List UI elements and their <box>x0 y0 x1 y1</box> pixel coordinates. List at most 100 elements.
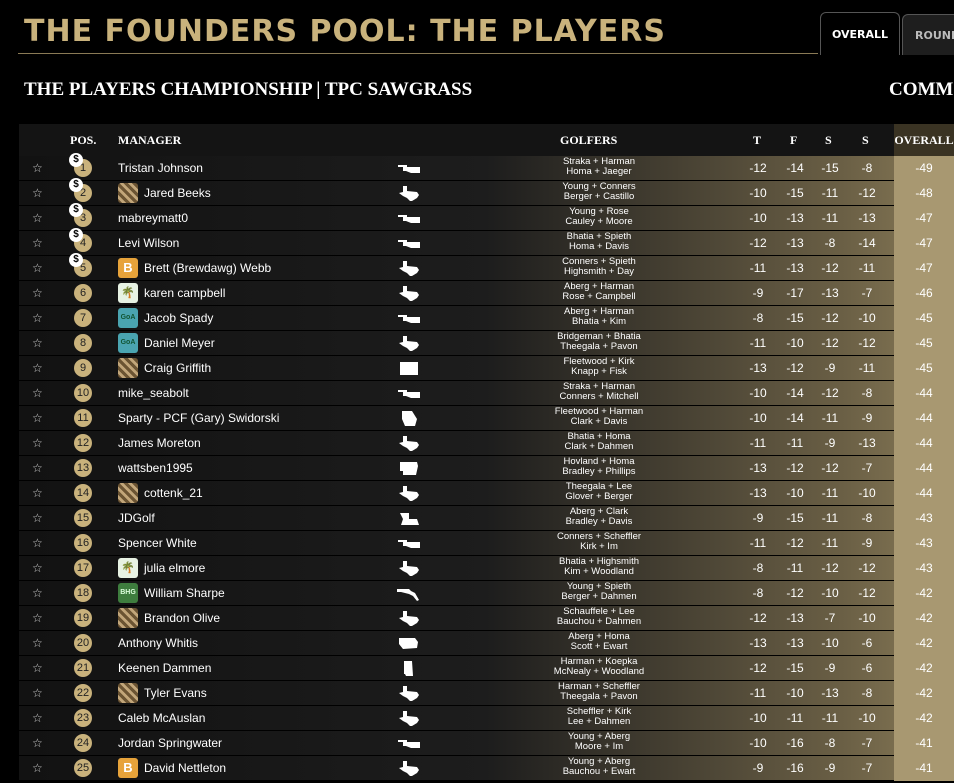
table-row[interactable]: ☆ 17 🌴 julia elmore Bhatia + Highsmith Kim + … <box>19 556 954 581</box>
star-icon[interactable]: ☆ <box>32 561 43 575</box>
manager-name[interactable]: Levi Wilson <box>118 236 179 250</box>
star-icon[interactable]: ☆ <box>32 661 43 675</box>
manager-name[interactable]: Anthony Whitis <box>118 636 198 650</box>
col-s1[interactable]: S <box>825 133 832 148</box>
star-icon[interactable]: ☆ <box>32 461 43 475</box>
manager-name[interactable]: Daniel Meyer <box>144 336 215 350</box>
col-overall[interactable]: OVERALL <box>894 124 954 156</box>
star-icon[interactable]: ☆ <box>32 711 43 725</box>
golfers-cell[interactable]: Young + Spieth Berger + Dahmen <box>524 582 674 602</box>
table-row[interactable]: ☆ 14 cottenk_21 Theegala + Lee Glover + Berg… <box>19 481 954 506</box>
manager-name[interactable]: Spencer White <box>118 536 197 550</box>
table-row[interactable]: ☆ 19 Brandon Olive Schauffele + Lee Bauchou … <box>19 606 954 631</box>
avatar[interactable]: BHG <box>118 583 138 603</box>
table-row[interactable]: ☆ 25 B David Nettleton Young + Aberg Bauchou … <box>19 756 954 781</box>
manager-name[interactable]: mabreymatt0 <box>118 211 188 225</box>
table-row[interactable]: ☆ 16 Spencer White Conners + Scheffler Kirk … <box>19 531 954 556</box>
star-icon[interactable]: ☆ <box>32 161 43 175</box>
table-row[interactable]: ☆ 15 JDGolf Aberg + Clark Bradley + Davis -9 -… <box>19 506 954 531</box>
golfers-cell[interactable]: Straka + Harman Conners + Mitchell <box>524 382 674 402</box>
col-f[interactable]: F <box>790 133 797 148</box>
col-manager[interactable]: MANAGER <box>118 133 181 148</box>
manager-name[interactable]: mike_seabolt <box>118 386 189 400</box>
table-row[interactable]: ☆ 6 🌴 karen campbell Aberg + Harman Rose + Ca… <box>19 281 954 306</box>
star-icon[interactable]: ☆ <box>32 261 43 275</box>
golfers-cell[interactable]: Bhatia + Highsmith Kim + Woodland <box>524 557 674 577</box>
golfers-cell[interactable]: Conners + Scheffler Kirk + Im <box>524 532 674 552</box>
star-icon[interactable]: ☆ <box>32 686 43 700</box>
table-row[interactable]: ☆ 11 Sparty - PCF (Gary) Swidorski Fleetwoo… <box>19 406 954 431</box>
manager-name[interactable]: Tyler Evans <box>144 686 207 700</box>
avatar[interactable]: B <box>118 758 138 778</box>
golfers-cell[interactable]: Fleetwood + Kirk Knapp + Fisk <box>524 357 674 377</box>
golfers-cell[interactable]: Bridgeman + Bhatia Theegala + Pavon <box>524 332 674 352</box>
star-icon[interactable]: ☆ <box>32 636 43 650</box>
table-row[interactable]: ☆ 23 Caleb McAuslan Scheffler + Kirk Lee + D… <box>19 706 954 731</box>
golfers-cell[interactable]: Young + Rose Cauley + Moore <box>524 207 674 227</box>
table-row[interactable]: ☆ 2 $ Jared Beeks Young + Conners Berger + Ca… <box>19 178 954 206</box>
golfers-cell[interactable]: Aberg + Harman Bhatia + Kim <box>524 307 674 327</box>
avatar[interactable]: GoA <box>118 333 138 353</box>
star-icon[interactable]: ☆ <box>32 186 43 200</box>
golfers-cell[interactable]: Straka + Harman Homa + Jaeger <box>524 157 674 177</box>
golfers-cell[interactable]: Hovland + Homa Bradley + Phillips <box>524 457 674 477</box>
star-icon[interactable]: ☆ <box>32 311 43 325</box>
col-golfers[interactable]: GOLFERS <box>560 133 617 148</box>
star-icon[interactable]: ☆ <box>32 211 43 225</box>
tab-overall[interactable]: OVERALL <box>820 12 900 55</box>
table-row[interactable]: ☆ 20 Anthony Whitis Aberg + Homa Scott + Ewa… <box>19 631 954 656</box>
table-row[interactable]: ☆ 12 James Moreton Bhatia + Homa Clark + Dah… <box>19 431 954 456</box>
golfers-cell[interactable]: Fleetwood + Harman Clark + Davis <box>524 407 674 427</box>
manager-name[interactable]: James Moreton <box>118 436 201 450</box>
star-icon[interactable]: ☆ <box>32 611 43 625</box>
star-icon[interactable]: ☆ <box>32 761 43 775</box>
manager-name[interactable]: Jacob Spady <box>144 311 213 325</box>
table-row[interactable]: ☆ 9 Craig Griffith Fleetwood + Kirk Knapp + … <box>19 356 954 381</box>
manager-name[interactable]: William Sharpe <box>144 586 225 600</box>
star-icon[interactable]: ☆ <box>32 511 43 525</box>
manager-name[interactable]: Jared Beeks <box>144 186 211 200</box>
manager-name[interactable]: David Nettleton <box>144 761 226 775</box>
table-row[interactable]: ☆ 24 Jordan Springwater Young + Aberg Moore … <box>19 731 954 756</box>
avatar[interactable] <box>118 358 138 378</box>
golfers-cell[interactable]: Scheffler + Kirk Lee + Dahmen <box>524 707 674 727</box>
avatar[interactable] <box>118 483 138 503</box>
golfers-cell[interactable]: Young + Aberg Bauchou + Ewart <box>524 757 674 777</box>
avatar[interactable]: 🌴 <box>118 558 138 578</box>
golfers-cell[interactable]: Young + Aberg Moore + Im <box>524 732 674 752</box>
col-s2[interactable]: S <box>862 133 869 148</box>
star-icon[interactable]: ☆ <box>32 361 43 375</box>
golfers-cell[interactable]: Conners + Spieth Highsmith + Day <box>524 257 674 277</box>
col-pos[interactable]: POS. <box>70 133 96 148</box>
manager-name[interactable]: Tristan Johnson <box>118 161 203 175</box>
manager-name[interactable]: Brett (Brewdawg) Webb <box>144 261 271 275</box>
table-row[interactable]: ☆ 5 $ B Brett (Brewdawg) Webb Conners + Spiet… <box>19 253 954 281</box>
avatar[interactable] <box>118 683 138 703</box>
golfers-cell[interactable]: Bhatia + Homa Clark + Dahmen <box>524 432 674 452</box>
avatar[interactable]: B <box>118 258 138 278</box>
table-row[interactable]: ☆ 1 $ Tristan Johnson Straka + Harman Homa + … <box>19 153 954 181</box>
manager-name[interactable]: julia elmore <box>144 561 205 575</box>
col-t[interactable]: T <box>753 133 761 148</box>
golfers-cell[interactable]: Bhatia + Spieth Homa + Davis <box>524 232 674 252</box>
table-row[interactable]: ☆ 22 Tyler Evans Harman + Scheffler Theegala… <box>19 681 954 706</box>
golfers-cell[interactable]: Aberg + Harman Rose + Campbell <box>524 282 674 302</box>
table-row[interactable]: ☆ 4 $ Levi Wilson Bhatia + Spieth Homa + Davi… <box>19 228 954 256</box>
manager-name[interactable]: karen campbell <box>144 286 225 300</box>
star-icon[interactable]: ☆ <box>32 286 43 300</box>
star-icon[interactable]: ☆ <box>32 411 43 425</box>
avatar[interactable]: GoA <box>118 308 138 328</box>
table-row[interactable]: ☆ 18 BHG William Sharpe Young + Spieth Berger… <box>19 581 954 606</box>
manager-name[interactable]: Craig Griffith <box>144 361 211 375</box>
manager-name[interactable]: Caleb McAuslan <box>118 711 205 725</box>
manager-name[interactable]: Jordan Springwater <box>118 736 222 750</box>
avatar[interactable] <box>118 183 138 203</box>
star-icon[interactable]: ☆ <box>32 536 43 550</box>
table-row[interactable]: ☆ 8 GoA Daniel Meyer Bridgeman + Bhatia Theeg… <box>19 331 954 356</box>
star-icon[interactable]: ☆ <box>32 236 43 250</box>
manager-name[interactable]: Brandon Olive <box>144 611 220 625</box>
golfers-cell[interactable]: Aberg + Clark Bradley + Davis <box>524 507 674 527</box>
golfers-cell[interactable]: Schauffele + Lee Bauchou + Dahmen <box>524 607 674 627</box>
star-icon[interactable]: ☆ <box>32 386 43 400</box>
star-icon[interactable]: ☆ <box>32 436 43 450</box>
